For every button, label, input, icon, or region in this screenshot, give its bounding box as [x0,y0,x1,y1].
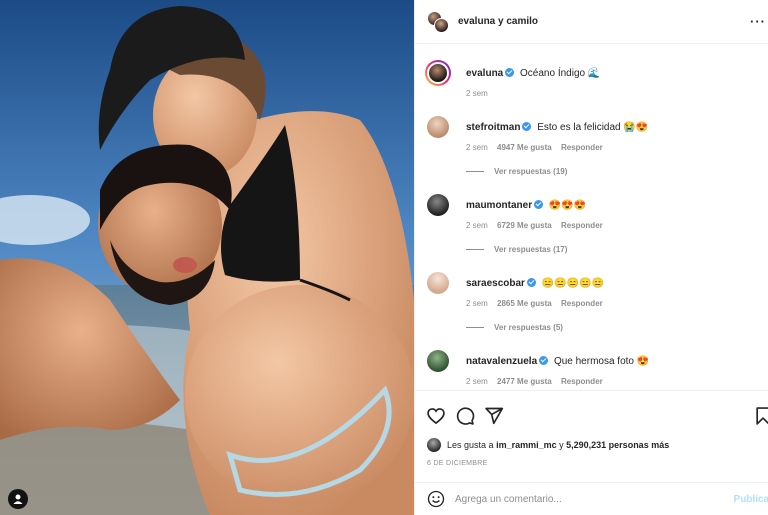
verified-badge-icon [522,122,532,131]
view-replies-button[interactable]: Ver respuestas (19) [466,167,567,176]
avatar [427,438,441,452]
action-bar: Les gusta a im_rammi_mc y 5,290,231 pers… [415,390,768,460]
publish-button[interactable]: Publicar [734,494,768,505]
comment-time[interactable]: 2 sem [466,143,488,152]
smiley-icon[interactable] [427,490,445,508]
avatar[interactable] [427,116,449,138]
divider [466,327,484,328]
tagged-users-button[interactable] [8,489,28,509]
post-header: evaluna y camilo ··· [415,0,768,44]
username[interactable]: natavalenzuela [466,356,537,367]
comment-time[interactable]: 2 sem [466,89,488,98]
post-date: 6 DE DICIEMBRE [427,460,488,467]
post-side-panel: evaluna y camilo ··· evaluna Océano Índi… [414,0,768,515]
avatar[interactable] [427,194,449,216]
avatar[interactable] [427,350,449,372]
liked-by-user[interactable]: im_rammi_mc [496,440,557,450]
reply-button[interactable]: Responder [561,143,603,152]
verified-badge-icon [526,278,536,287]
comment-emoji: 😭😍 [623,122,649,133]
avatar [434,17,449,33]
view-replies-label: Ver respuestas (5) [494,323,563,332]
post-viewer: evaluna y camilo ··· evaluna Océano Índi… [0,0,768,515]
divider [466,171,484,172]
reply-button[interactable]: Responder [561,221,603,230]
comment-text: Esto es la felicidad [537,122,621,133]
collab-avatars[interactable] [427,10,449,33]
user-icon [13,494,23,504]
more-horizontal-icon[interactable]: ··· [750,14,766,29]
verified-badge-icon [539,356,549,365]
likes-prefix: Les gusta a [447,440,494,450]
likes-count[interactable]: 5,290,231 personas más [566,440,669,450]
post-photo[interactable] [0,0,414,515]
avatar[interactable] [425,60,451,86]
username[interactable]: saraescobar [466,278,525,289]
comment-text: Que hermosa foto [553,356,634,367]
comment-emoji: 😍😍😍 [548,200,587,211]
add-comment-bar: Publicar [415,482,768,515]
comment-emoji: 😑😑😑😑😑 [541,278,604,289]
comment-likes[interactable]: 2865 Me gusta [497,299,552,308]
comment-likes[interactable]: 6729 Me gusta [497,221,552,230]
comment-likes[interactable]: 2477 Me gusta [497,377,552,386]
comment-time[interactable]: 2 sem [466,299,488,308]
caption-emoji: 🌊 [587,68,601,79]
reply-button[interactable]: Responder [561,299,603,308]
beach-photo [0,0,414,515]
view-replies-button[interactable]: Ver respuestas (17) [466,245,567,254]
username[interactable]: evaluna [466,68,503,79]
reply-button[interactable]: Responder [561,377,603,386]
comment-likes[interactable]: 4947 Me gusta [497,143,552,152]
divider [466,249,484,250]
comment-time[interactable]: 2 sem [466,377,488,386]
verified-badge-icon [505,68,515,77]
comments-list[interactable]: evaluna Océano Índigo 🌊 2 sem stefroitma… [415,44,768,390]
bookmark-icon[interactable] [753,406,768,426]
share-icon[interactable] [484,406,504,426]
verified-badge-icon [534,200,544,209]
view-replies-label: Ver respuestas (17) [494,245,568,254]
likes-summary[interactable]: Les gusta a im_rammi_mc y 5,290,231 pers… [427,438,669,452]
caption-text: Océano Índigo [520,68,586,79]
view-replies-label: Ver respuestas (19) [494,167,568,176]
comment-input[interactable] [455,493,715,505]
comment-emoji: 😍 [636,356,650,367]
heart-icon[interactable] [426,406,446,426]
comment-icon[interactable] [455,406,475,426]
username[interactable]: stefroitman [466,122,520,133]
post-authors[interactable]: evaluna y camilo [458,16,538,27]
view-replies-button[interactable]: Ver respuestas (5) [466,323,563,332]
comment-time[interactable]: 2 sem [466,221,488,230]
username[interactable]: maumontaner [466,200,532,211]
avatar[interactable] [427,272,449,294]
likes-connector: y [559,440,564,450]
